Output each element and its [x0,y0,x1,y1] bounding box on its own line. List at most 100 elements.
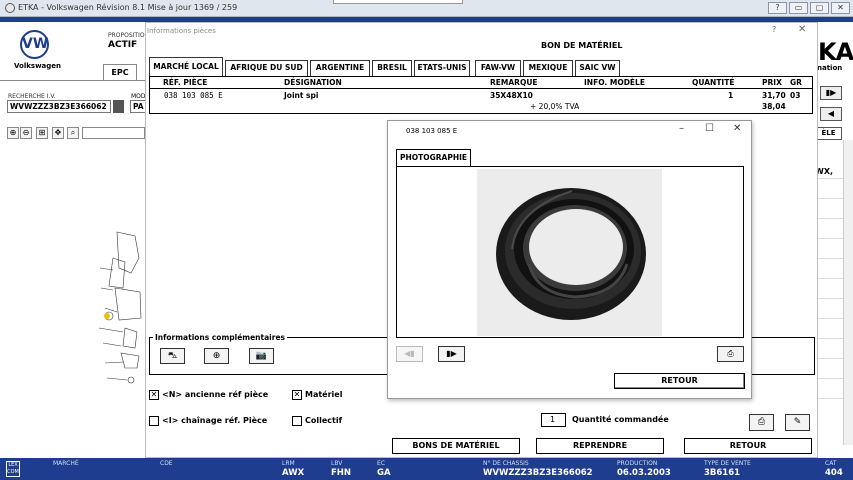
photo-retour-button[interactable]: RETOUR [614,373,745,389]
quantite-commandee-input[interactable]: 1 [541,413,566,427]
photo-frame [396,166,744,338]
tab-marche-local[interactable]: MARCHÉ LOCAL [149,57,223,76]
zoom-fit-icon[interactable]: ⊞ [36,127,48,139]
modele-label: MOD [131,93,146,100]
status-vente-label: TYPE DE VENTE [704,460,751,467]
table-header-divider [150,88,812,89]
informations-complementaires-label: Informations complémentaires [153,333,287,342]
reprendre-button[interactable]: REPRENDRE [536,438,664,454]
propositions-label: PROPOSITIO [108,32,145,39]
status-vente-value: 3B6161 [704,468,741,478]
tab-divider [0,80,145,81]
status-cde-label: CDE [160,460,173,467]
diagram-search-field[interactable] [82,127,145,139]
exploded-parts-diagram[interactable] [95,228,145,398]
recherche-label: RECHERCHE I.V. [8,93,56,100]
parts-table: RÉF. PIÈCE DÉSIGNATION REMARQUE INFO. MO… [149,76,813,114]
dialog-title: Informations pièces [147,27,216,35]
help-window-button[interactable]: ? [768,2,787,14]
col-prix: PRIX [762,78,782,87]
zoom-out-icon[interactable]: ⊖ [20,127,32,139]
close-icon[interactable]: ✕ [733,123,741,134]
back-button[interactable]: ◀ [820,107,842,121]
right-panel-title: KA [818,38,853,66]
vehicle-info-icon[interactable]: ⛍ [160,348,185,364]
status-cat-label: CAT [825,460,837,467]
zoom-in-icon[interactable]: ⊕ [7,127,19,139]
ancienne-ref-label: <N> ancienne réf pièce [162,390,269,399]
row-prix: 31,70 [762,91,786,100]
maximize-window-button[interactable]: ▢ [810,2,829,14]
status-lrm-value: AWX [282,468,305,478]
retour-button[interactable]: RETOUR [684,438,812,454]
row-prix-ttc: 38,04 [762,102,786,111]
print-photo-icon[interactable]: ⎙ [717,346,744,362]
status-lbv-label: LBV [331,460,343,467]
collectif-checkbox[interactable] [292,416,302,426]
status-production-label: PRODUCTION [617,460,658,467]
right-panel-subtitle: nation [817,64,843,72]
bons-de-materiel-button[interactable]: BONS DE MATÉRIEL [392,438,520,454]
ancienne-ref-checkbox[interactable]: ✕ [149,390,159,400]
tab-photographie[interactable]: PHOTOGRAPHIE [396,149,471,166]
pan-icon[interactable]: ✥ [52,127,64,139]
row-designation: Joint spi [284,91,319,100]
col-quantite: QUANTITÉ [692,78,735,87]
edit-icon[interactable]: ✎ [785,414,810,431]
actif-label: ACTIF [108,40,138,50]
tab-saic-vw[interactable]: SAIC VW [575,60,620,76]
maximize-icon[interactable]: ☐ [705,123,714,134]
previous-photo-button[interactable]: ◀▮ [396,346,423,362]
tab-etats-unis[interactable]: ETATS-UNIS [414,60,470,76]
close-window-button[interactable]: ✕ [831,2,850,14]
search-icon[interactable]: ⌕ [67,127,79,139]
camera-icon[interactable]: 📷 [249,348,274,364]
tab-argentine[interactable]: ARGENTINE [310,60,370,76]
minimize-window-button[interactable]: ▭ [789,2,808,14]
lexcom-logo: LEX COM [6,461,20,477]
col-designation: DÉSIGNATION [284,78,342,87]
modele-input[interactable]: PA [130,100,146,113]
status-bar: MARCHÉ CDE LRM AWX LBV FHN EC GA N° DE C… [0,458,853,480]
status-marche-label: MARCHÉ [53,460,79,467]
row-tva: + 20,0% TVA [530,102,580,111]
top-bar-slot [333,0,463,4]
status-chassis-label: N° DE CHASSIS [483,460,529,467]
dialog-close-button[interactable]: ✕ [798,24,806,35]
tab-faw-vw[interactable]: FAW-VW [475,60,521,76]
minimize-icon[interactable]: – [679,123,684,134]
right-panel-scrollbar[interactable] [843,140,853,445]
collectif-label: Collectif [305,416,343,425]
right-panel-list [815,178,843,428]
dialog-help-button[interactable]: ? [772,25,776,34]
photo-dialog-title: 038 103 085 E [406,127,458,135]
materiel-label: Matériel [305,390,343,399]
quantite-commandee-label: Quantité commandée [572,415,669,424]
status-lrm-label: LRM [282,460,295,467]
status-production-value: 06.03.2003 [617,468,671,478]
print-icon[interactable]: ⎙ [749,414,774,431]
volkswagen-logo: VW [20,30,49,59]
status-chassis-value: WVWZZZ3BZ3E366062 [483,468,593,478]
next-photo-button[interactable]: ▮▶ [438,346,465,362]
materiel-checkbox[interactable]: ✕ [292,390,302,400]
row-remarque: 35X48X10 [490,91,533,100]
modele-button[interactable]: ÈLE [815,127,842,140]
col-remarque: REMARQUE [490,78,538,87]
next-page-button[interactable]: ▮▶ [820,86,842,100]
status-ec-value: GA [377,468,391,478]
tab-bresil[interactable]: BRESIL [372,60,412,76]
recherche-dropdown-button[interactable] [113,100,124,113]
tab-afrique-du-sud[interactable]: AFRIQUE DU SUD [225,60,308,76]
col-gr: GR [790,78,802,87]
add-info-icon[interactable]: ⊕ [204,348,229,364]
tab-mexique[interactable]: MEXIQUE [523,60,573,76]
recherche-vin-input[interactable]: WVWZZZ3BZ3E366062 [7,100,111,113]
chainage-checkbox[interactable] [149,416,159,426]
market-tabs: MARCHÉ LOCAL AFRIQUE DU SUD ARGENTINE BR… [149,57,814,76]
window-title: ETKA - Volkswagen Révision 8.1 Mise à jo… [18,3,238,12]
chainage-label: <I> chaînage réf. Pièce [162,416,268,425]
row-ref-piece: 038 103 085 E [164,91,223,100]
tab-epc[interactable]: EPC [103,64,137,80]
photo-dialog: 038 103 085 E – ☐ ✕ PHOTOGRAPHIE ◀▮ ▮▶ ⎙… [387,120,752,399]
